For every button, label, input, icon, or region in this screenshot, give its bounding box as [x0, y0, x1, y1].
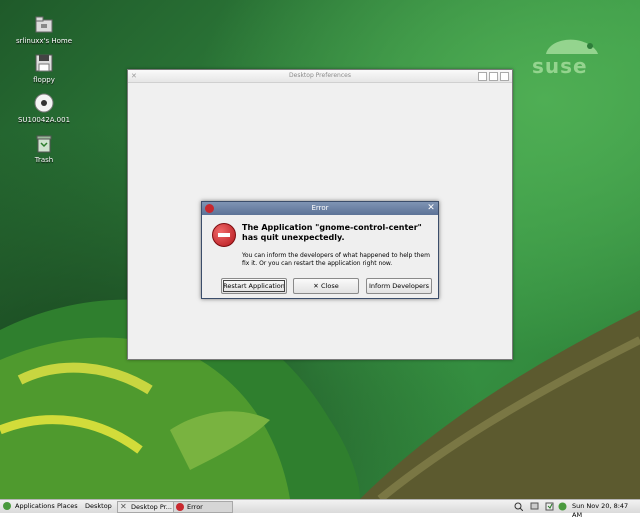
update-icon[interactable] — [545, 502, 554, 511]
maximize-button[interactable] — [489, 72, 498, 81]
window-titlebar[interactable]: ✕ Desktop Preferences — [128, 70, 512, 83]
suse-logo-text: suse — [532, 54, 588, 78]
menu-places[interactable]: Places — [57, 502, 78, 511]
error-icon — [212, 223, 236, 247]
network-icon[interactable] — [530, 502, 539, 511]
window-controls — [476, 72, 509, 83]
home-folder-icon — [34, 14, 54, 34]
desktop-icon-label: floppy — [33, 76, 55, 84]
cd-disc-icon — [34, 93, 54, 113]
suse-logo: suse — [532, 36, 602, 78]
close-button[interactable] — [500, 72, 509, 81]
error-headline: The Application "gnome-control-center" h… — [242, 223, 422, 242]
desktop-icon-cdrom[interactable]: SU10042A.001 — [4, 93, 84, 124]
close-button[interactable]: ✕ Close — [293, 278, 359, 294]
restart-application-label: Restart Application — [223, 282, 285, 290]
inform-developers-button[interactable]: Inform Developers — [366, 278, 432, 294]
search-icon[interactable] — [514, 502, 524, 512]
floppy-disk-icon — [34, 53, 54, 73]
menu-desktop[interactable]: Desktop — [85, 502, 112, 511]
taskbar-item-label: Error — [187, 503, 203, 511]
desktop-icon-trash[interactable]: Trash — [4, 133, 84, 164]
menu-applications[interactable]: Applications — [15, 502, 55, 511]
inform-developers-label: Inform Developers — [368, 282, 430, 290]
window-title: Desktop Preferences — [289, 72, 351, 79]
dialog-titlebar[interactable]: Error ✕ — [202, 202, 438, 215]
desktop-icon-label: SU10042A.001 — [17, 116, 71, 124]
trash-icon — [34, 133, 54, 153]
close-label: Close — [321, 282, 339, 290]
panel-clock[interactable]: Sun Nov 20, 8:47 AM — [572, 502, 640, 520]
suse-tray-icon[interactable] — [558, 502, 567, 511]
error-small-icon — [176, 503, 184, 511]
close-x-icon: ✕ — [313, 282, 321, 290]
minimize-button[interactable] — [478, 72, 487, 81]
desktop-icon-floppy[interactable]: floppy — [4, 53, 84, 84]
desktop: srlinuxx's Home floppy SU10042A.001 Tras… — [0, 0, 640, 499]
desktop-icon-label: srlinuxx's Home — [15, 37, 73, 45]
dialog-close-icon[interactable]: ✕ — [426, 203, 436, 213]
desktop-icon-home[interactable]: srlinuxx's Home — [4, 14, 84, 45]
taskbar-item-label: Desktop Pr... — [131, 503, 172, 511]
preferences-icon: ✕ — [120, 502, 127, 511]
restart-application-button[interactable]: Restart Application — [221, 278, 287, 294]
dialog-title: Error — [311, 204, 329, 212]
bottom-panel: Applications Places Desktop ✕ Desktop Pr… — [0, 499, 640, 519]
taskbar-item-error[interactable]: Error — [173, 501, 233, 513]
applications-menu-icon — [3, 502, 11, 510]
desktop-icon-label: Trash — [34, 156, 54, 164]
error-message: You can inform the developers of what ha… — [242, 252, 430, 267]
error-dialog: Error ✕ The Application "gnome-control-c… — [201, 201, 439, 299]
